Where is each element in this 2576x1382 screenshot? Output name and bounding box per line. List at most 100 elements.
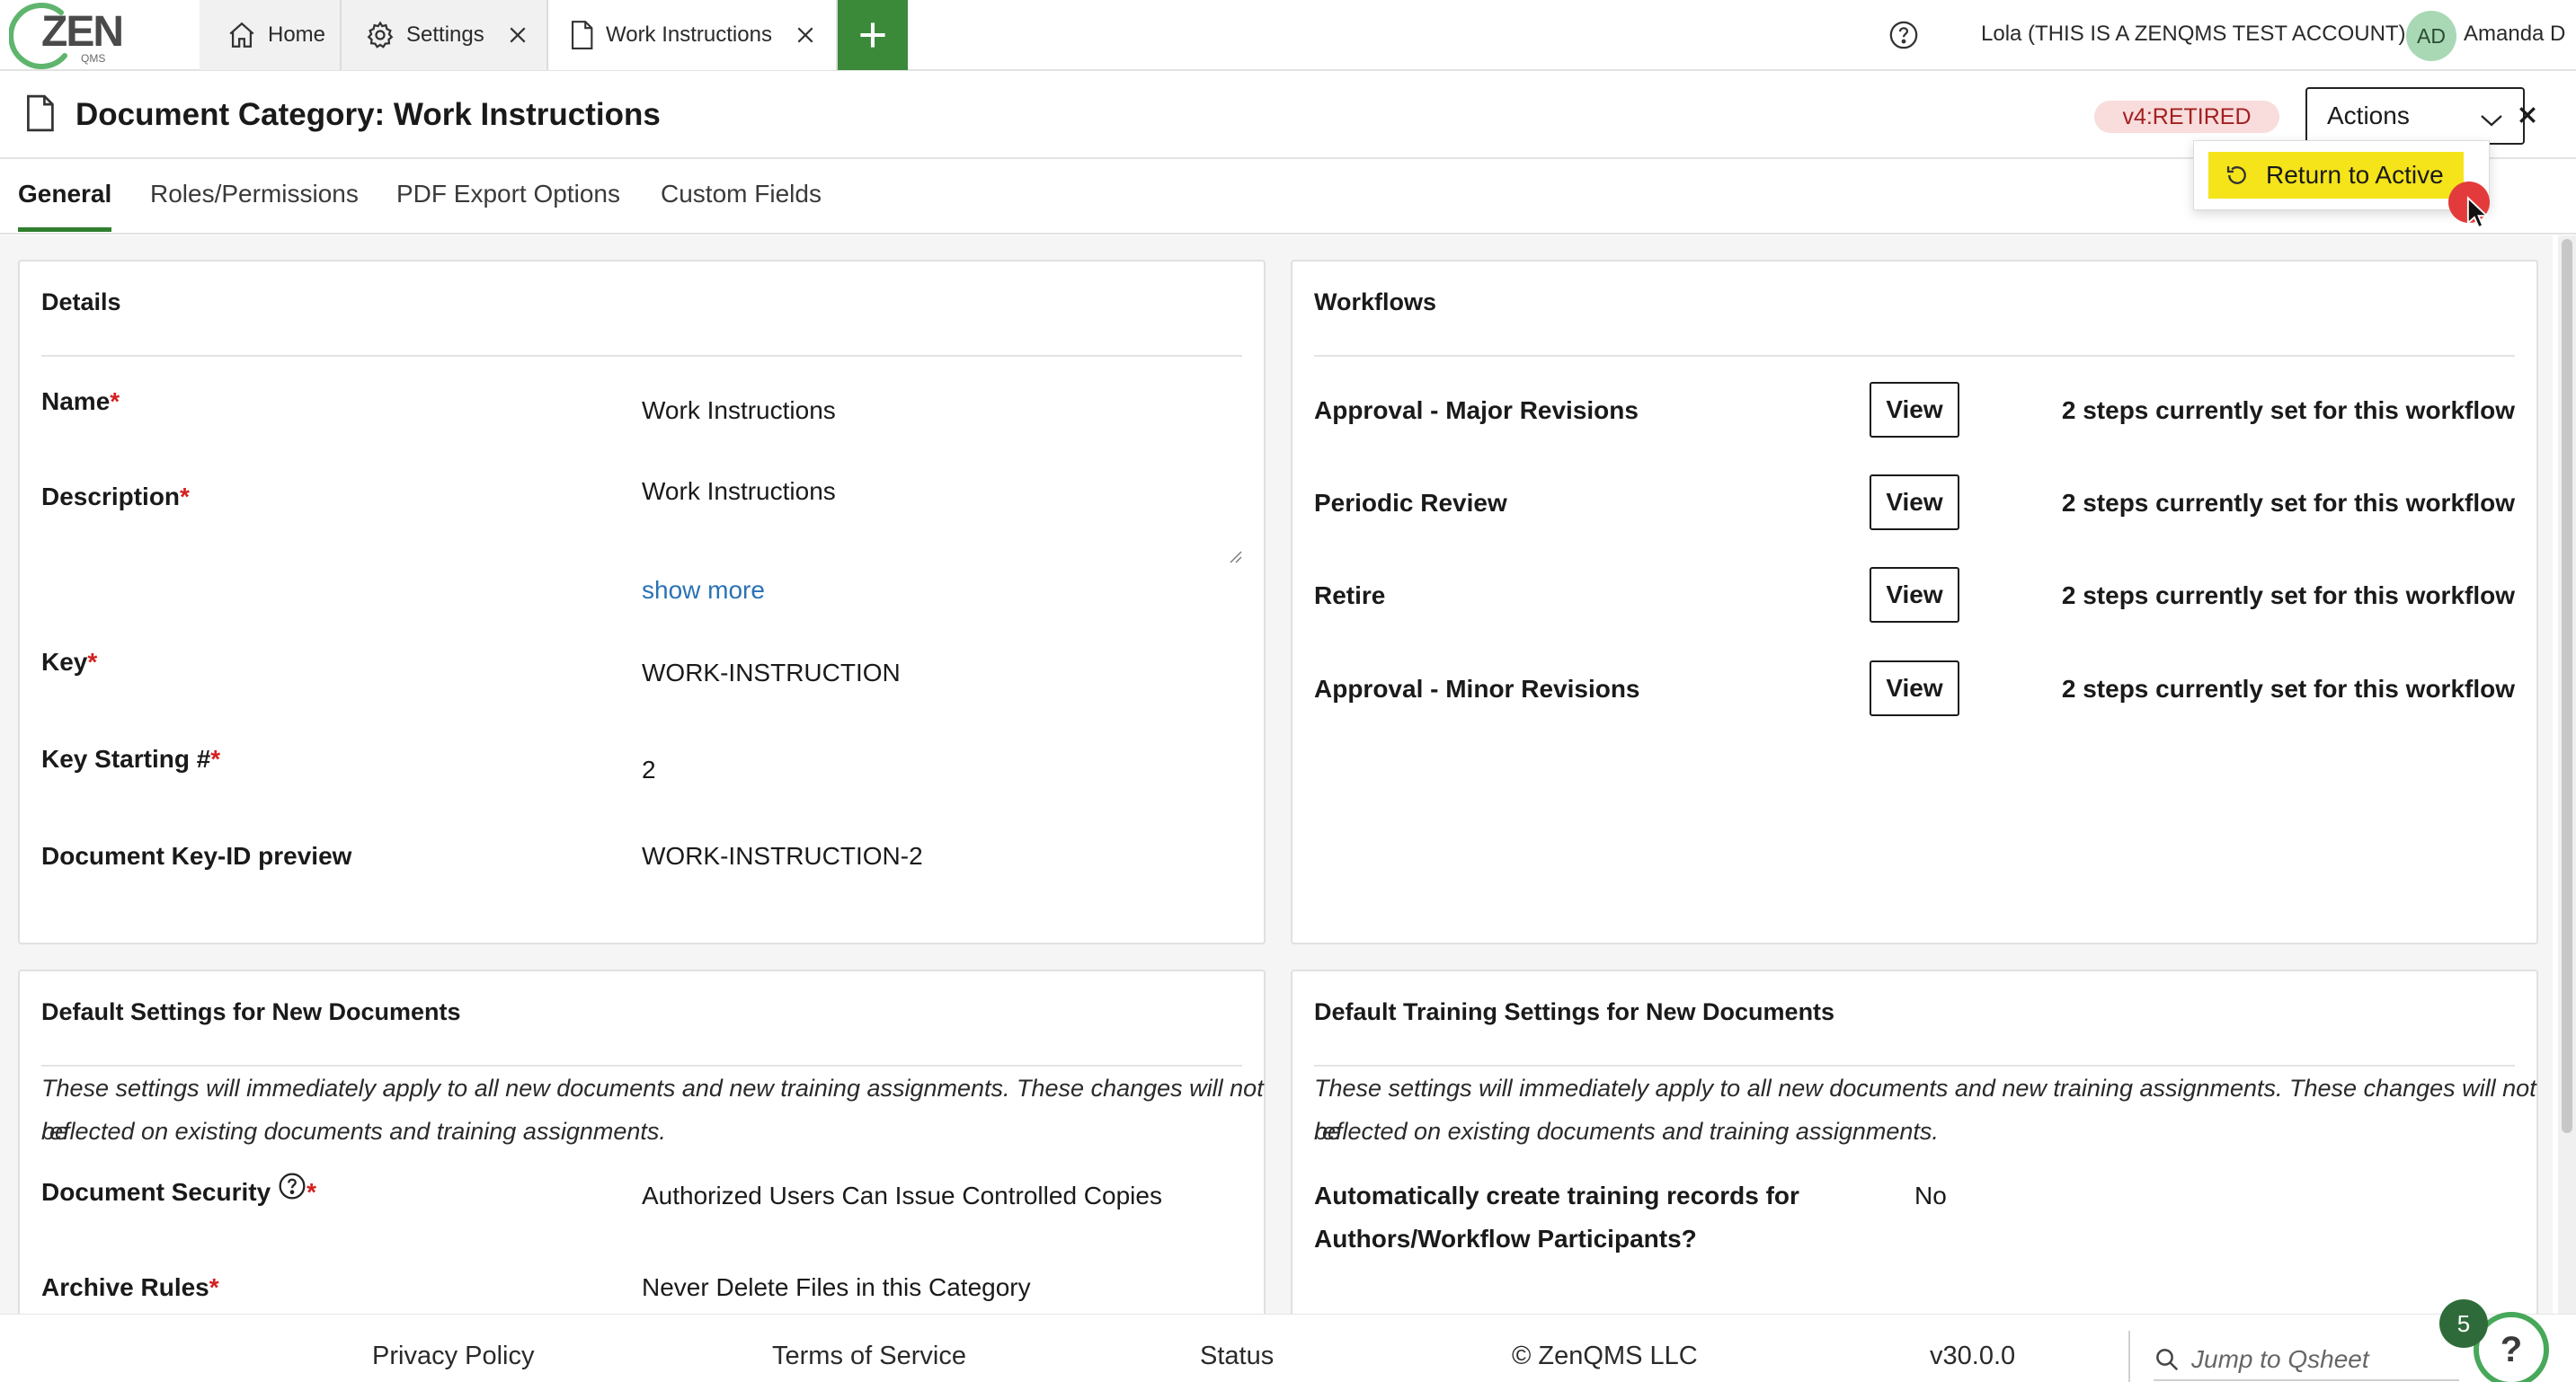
help-glyph: ?: [2500, 1329, 2523, 1369]
workflow-steps: 2 steps currently set for this workflow: [2061, 396, 2515, 424]
description-label: Description*: [41, 483, 190, 511]
details-heading: Details: [41, 288, 121, 315]
actions-dropdown-menu: Return to Active: [2193, 140, 2490, 210]
description-value[interactable]: Work Instructions: [642, 477, 836, 506]
footer: Privacy Policy Terms of Service Status ©…: [0, 1314, 2576, 1382]
avatar[interactable]: AD: [2406, 11, 2456, 61]
add-tab-button[interactable]: [838, 0, 908, 70]
top-bar: ZEN QMS Home Settings Work Instructions …: [0, 0, 2576, 71]
divider: [41, 355, 1242, 357]
mouse-cursor-icon: [2466, 196, 2490, 235]
workflow-steps: 2 steps currently set for this workflow: [2061, 581, 2515, 609]
default-settings-heading: Default Settings for New Documents: [41, 998, 461, 1025]
user-name[interactable]: Amanda D: [2464, 22, 2565, 47]
document-security-value[interactable]: Authorized Users Can Issue Controlled Co…: [642, 1182, 1162, 1210]
details-panel: Details Name* Work Instructions Descript…: [18, 260, 1266, 944]
divider: [1314, 355, 2515, 357]
status-link[interactable]: Status: [1200, 1342, 1274, 1371]
home-icon: [227, 20, 257, 50]
status-badge: v4:RETIRED: [2094, 101, 2279, 133]
gear-icon: [365, 20, 395, 50]
return-to-active-label: Return to Active: [2266, 161, 2444, 189]
document-security-label: Document Security *: [41, 1173, 316, 1207]
tab-home-label: Home: [268, 22, 326, 47]
page-scrollbar[interactable]: [2558, 235, 2576, 1314]
tab-settings-label: Settings: [406, 22, 484, 47]
view-workflow-button[interactable]: View: [1870, 382, 1959, 438]
workflows-panel: Workflows Approval - Major Revisions Vie…: [1291, 260, 2538, 944]
account-name[interactable]: Lola (THIS IS A ZENQMS TEST ACCOUNT): [1981, 22, 2406, 47]
section-tabs: General Roles/Permissions PDF Export Opt…: [0, 160, 2576, 235]
content-area: Details Name* Work Instructions Descript…: [0, 235, 2553, 1347]
search-icon: [2154, 1346, 2181, 1373]
required-mark: *: [87, 648, 98, 676]
auto-training-label-line-2: Authors/Workflow Participants?: [1314, 1225, 1697, 1253]
view-workflow-button[interactable]: View: [1870, 660, 1959, 716]
actions-label: Actions: [2327, 102, 2410, 129]
tab-home[interactable]: Home: [200, 0, 342, 70]
workflow-steps: 2 steps currently set for this workflow: [2061, 489, 2515, 517]
document-icon: [568, 20, 595, 50]
required-mark: *: [209, 1273, 219, 1301]
auto-training-value[interactable]: No: [1914, 1182, 1947, 1210]
archive-rules-value[interactable]: Never Delete Files in this Category: [642, 1273, 1031, 1302]
qsheet-search-input[interactable]: [2191, 1345, 2452, 1374]
settings-note-line-2: reflected on existing documents and trai…: [41, 1118, 666, 1145]
auto-training-label-line-1: Automatically create training records fo…: [1314, 1182, 1799, 1209]
close-tab-icon[interactable]: [795, 25, 815, 45]
help-icon[interactable]: [1888, 20, 1919, 55]
default-settings-panel: Default Settings for New Documents These…: [18, 970, 1266, 1347]
tab-custom-fields[interactable]: Custom Fields: [661, 180, 822, 232]
help-icon[interactable]: [278, 1172, 306, 1200]
document-icon: [23, 93, 56, 137]
name-label: Name*: [41, 387, 120, 416]
archive-rules-label: Archive Rules*: [41, 1273, 219, 1302]
training-settings-panel: Default Training Settings for New Docume…: [1291, 970, 2538, 1347]
view-workflow-button[interactable]: View: [1870, 567, 1959, 623]
tab-settings[interactable]: Settings: [342, 0, 548, 70]
privacy-policy-link[interactable]: Privacy Policy: [372, 1342, 535, 1371]
view-workflow-button[interactable]: View: [1870, 474, 1959, 530]
actions-button[interactable]: Actions: [2305, 87, 2525, 145]
scrollbar-thumb[interactable]: [2562, 239, 2572, 1133]
divider: [2128, 1331, 2130, 1382]
undo-icon: [2225, 163, 2250, 188]
workflow-name: Periodic Review: [1314, 489, 1507, 517]
title-bar: Document Category: Work Instructions v4:…: [0, 72, 2576, 159]
training-settings-heading: Default Training Settings for New Docume…: [1314, 998, 1835, 1025]
plus-icon: [860, 22, 885, 48]
key-id-preview-value: WORK-INSTRUCTION-2: [642, 842, 923, 870]
notification-badge[interactable]: 5: [2439, 1299, 2488, 1348]
key-id-preview-label: Document Key-ID preview: [41, 842, 352, 870]
chevron-down-icon: [2480, 107, 2503, 136]
tab-work-instructions-label: Work Instructions: [606, 22, 772, 47]
logo-subtext: QMS: [81, 52, 106, 65]
workflow-name: Approval - Major Revisions: [1314, 396, 1639, 424]
tab-work-instructions[interactable]: Work Instructions: [548, 0, 838, 70]
close-page-button[interactable]: [2511, 99, 2544, 131]
workflows-heading: Workflows: [1314, 288, 1437, 315]
close-tab-icon[interactable]: [508, 25, 528, 45]
workflow-steps: 2 steps currently set for this workflow: [2061, 675, 2515, 703]
resize-handle-icon[interactable]: [1228, 549, 1242, 563]
key-label: Key*: [41, 648, 97, 677]
name-value[interactable]: Work Instructions: [642, 396, 836, 425]
return-to-active-menu-item[interactable]: Return to Active: [2208, 152, 2464, 199]
logo-text: ZEN: [41, 8, 124, 56]
key-value[interactable]: WORK-INSTRUCTION: [642, 659, 901, 687]
tab-pdf-export-options[interactable]: PDF Export Options: [396, 180, 620, 232]
key-starting-value[interactable]: 2: [642, 756, 656, 784]
zenqms-logo[interactable]: ZEN QMS: [9, 2, 124, 69]
workflow-name: Approval - Minor Revisions: [1314, 675, 1640, 703]
workflow-name: Retire: [1314, 581, 1386, 609]
show-more-link[interactable]: show more: [642, 576, 765, 605]
tab-general[interactable]: General: [18, 180, 112, 232]
close-icon: [2519, 107, 2536, 123]
document-security-label-text: Document Security: [41, 1178, 271, 1206]
terms-of-service-link[interactable]: Terms of Service: [772, 1342, 966, 1371]
page-title: Document Category: Work Instructions: [76, 97, 661, 132]
required-mark: *: [110, 387, 120, 415]
tab-roles-permissions[interactable]: Roles/Permissions: [150, 180, 359, 232]
qsheet-search: [2154, 1340, 2459, 1381]
description-label-text: Description: [41, 483, 181, 510]
